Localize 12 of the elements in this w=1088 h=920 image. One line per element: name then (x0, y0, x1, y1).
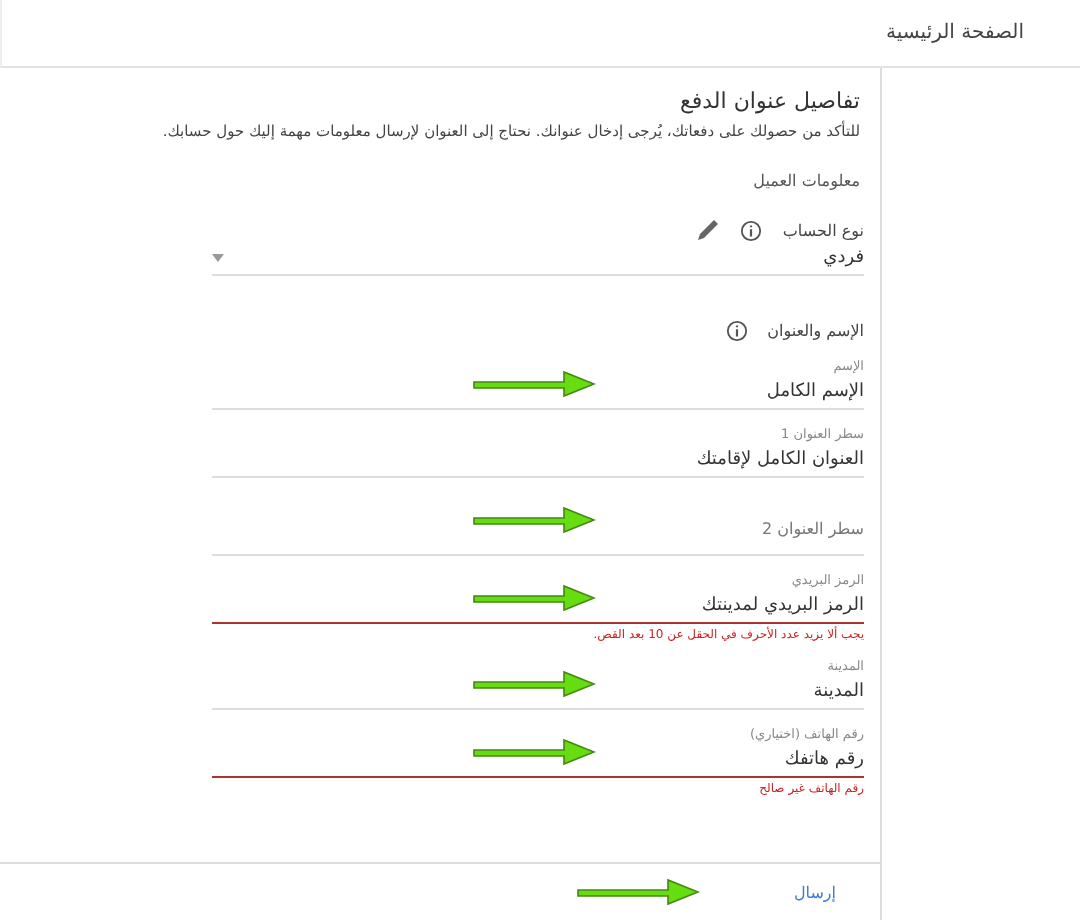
info-icon[interactable] (725, 320, 748, 342)
form-title: تفاصيل عنوان الدفع (678, 88, 860, 114)
info-icon[interactable] (740, 219, 763, 241)
section-heading: الإسم والعنوان (767, 322, 864, 340)
section-title: معلومات العميل (751, 172, 860, 190)
input-field[interactable]: العنوان الكامل لإقامتك (212, 448, 864, 478)
dropdown-caret-icon[interactable] (212, 254, 224, 262)
account-type-dropdown[interactable]: فردي (212, 248, 864, 276)
page-title: الصفحة الرئيسية (886, 22, 1024, 44)
pencil-icon[interactable] (696, 218, 721, 242)
field-label: نوع الحساب (782, 221, 864, 239)
submit-button[interactable]: إرسال (789, 879, 840, 905)
